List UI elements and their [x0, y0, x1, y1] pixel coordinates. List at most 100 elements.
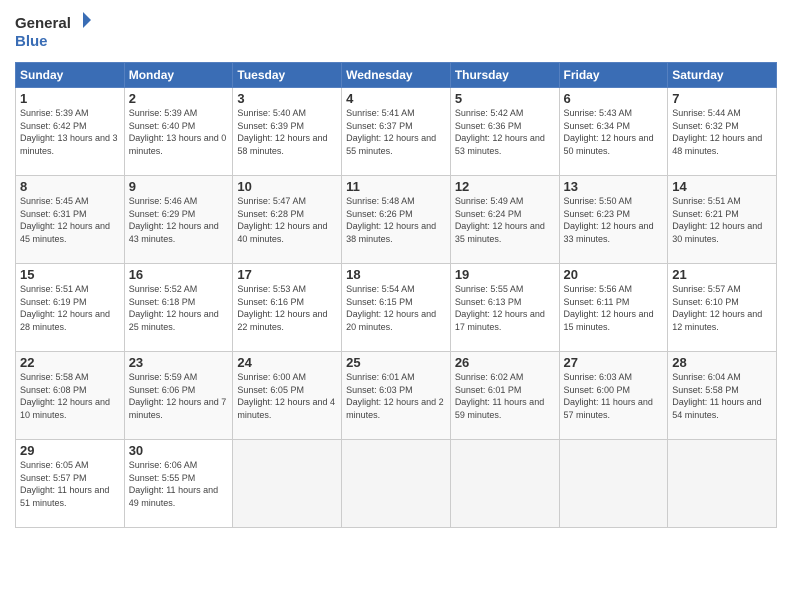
calendar-cell: 11Sunrise: 5:48 AMSunset: 6:26 PMDayligh…: [342, 176, 451, 264]
day-info: Sunrise: 5:45 AMSunset: 6:31 PMDaylight:…: [20, 195, 120, 245]
week-row-2: 8Sunrise: 5:45 AMSunset: 6:31 PMDaylight…: [16, 176, 777, 264]
calendar-cell: 8Sunrise: 5:45 AMSunset: 6:31 PMDaylight…: [16, 176, 125, 264]
page-header: General Blue: [15, 10, 777, 54]
day-number: 17: [237, 267, 337, 282]
calendar-cell: 9Sunrise: 5:46 AMSunset: 6:29 PMDaylight…: [124, 176, 233, 264]
day-number: 26: [455, 355, 555, 370]
week-row-4: 22Sunrise: 5:58 AMSunset: 6:08 PMDayligh…: [16, 352, 777, 440]
day-number: 23: [129, 355, 229, 370]
logo: General Blue: [15, 10, 95, 54]
calendar-cell: [668, 440, 777, 528]
day-info: Sunrise: 5:39 AMSunset: 6:40 PMDaylight:…: [129, 107, 229, 157]
svg-text:Blue: Blue: [15, 33, 48, 50]
col-header-tuesday: Tuesday: [233, 63, 342, 88]
day-number: 4: [346, 91, 446, 106]
calendar-cell: 16Sunrise: 5:52 AMSunset: 6:18 PMDayligh…: [124, 264, 233, 352]
week-row-3: 15Sunrise: 5:51 AMSunset: 6:19 PMDayligh…: [16, 264, 777, 352]
week-row-5: 29Sunrise: 6:05 AMSunset: 5:57 PMDayligh…: [16, 440, 777, 528]
calendar-cell: [233, 440, 342, 528]
calendar-cell: 22Sunrise: 5:58 AMSunset: 6:08 PMDayligh…: [16, 352, 125, 440]
day-number: 8: [20, 179, 120, 194]
day-number: 5: [455, 91, 555, 106]
day-info: Sunrise: 5:50 AMSunset: 6:23 PMDaylight:…: [564, 195, 664, 245]
day-number: 10: [237, 179, 337, 194]
day-number: 3: [237, 91, 337, 106]
calendar-cell: 21Sunrise: 5:57 AMSunset: 6:10 PMDayligh…: [668, 264, 777, 352]
day-number: 22: [20, 355, 120, 370]
logo-svg: General Blue: [15, 10, 95, 54]
day-info: Sunrise: 5:53 AMSunset: 6:16 PMDaylight:…: [237, 283, 337, 333]
day-info: Sunrise: 5:40 AMSunset: 6:39 PMDaylight:…: [237, 107, 337, 157]
calendar-cell: [559, 440, 668, 528]
calendar-cell: 4Sunrise: 5:41 AMSunset: 6:37 PMDaylight…: [342, 88, 451, 176]
day-info: Sunrise: 5:42 AMSunset: 6:36 PMDaylight:…: [455, 107, 555, 157]
calendar-cell: 17Sunrise: 5:53 AMSunset: 6:16 PMDayligh…: [233, 264, 342, 352]
calendar-cell: 7Sunrise: 5:44 AMSunset: 6:32 PMDaylight…: [668, 88, 777, 176]
day-info: Sunrise: 5:48 AMSunset: 6:26 PMDaylight:…: [346, 195, 446, 245]
day-info: Sunrise: 5:41 AMSunset: 6:37 PMDaylight:…: [346, 107, 446, 157]
day-number: 14: [672, 179, 772, 194]
day-info: Sunrise: 5:39 AMSunset: 6:42 PMDaylight:…: [20, 107, 120, 157]
calendar-cell: 14Sunrise: 5:51 AMSunset: 6:21 PMDayligh…: [668, 176, 777, 264]
day-info: Sunrise: 6:03 AMSunset: 6:00 PMDaylight:…: [564, 371, 664, 421]
day-info: Sunrise: 5:56 AMSunset: 6:11 PMDaylight:…: [564, 283, 664, 333]
calendar-cell: 25Sunrise: 6:01 AMSunset: 6:03 PMDayligh…: [342, 352, 451, 440]
day-number: 9: [129, 179, 229, 194]
calendar-cell: 24Sunrise: 6:00 AMSunset: 6:05 PMDayligh…: [233, 352, 342, 440]
day-number: 24: [237, 355, 337, 370]
day-number: 11: [346, 179, 446, 194]
calendar-cell: 28Sunrise: 6:04 AMSunset: 5:58 PMDayligh…: [668, 352, 777, 440]
day-number: 18: [346, 267, 446, 282]
calendar-cell: 29Sunrise: 6:05 AMSunset: 5:57 PMDayligh…: [16, 440, 125, 528]
day-info: Sunrise: 5:47 AMSunset: 6:28 PMDaylight:…: [237, 195, 337, 245]
calendar-cell: 27Sunrise: 6:03 AMSunset: 6:00 PMDayligh…: [559, 352, 668, 440]
col-header-friday: Friday: [559, 63, 668, 88]
day-info: Sunrise: 5:57 AMSunset: 6:10 PMDaylight:…: [672, 283, 772, 333]
day-info: Sunrise: 6:06 AMSunset: 5:55 PMDaylight:…: [129, 459, 229, 509]
day-info: Sunrise: 5:44 AMSunset: 6:32 PMDaylight:…: [672, 107, 772, 157]
calendar-cell: [450, 440, 559, 528]
day-number: 6: [564, 91, 664, 106]
day-number: 15: [20, 267, 120, 282]
calendar-cell: 1Sunrise: 5:39 AMSunset: 6:42 PMDaylight…: [16, 88, 125, 176]
col-header-saturday: Saturday: [668, 63, 777, 88]
calendar-cell: 3Sunrise: 5:40 AMSunset: 6:39 PMDaylight…: [233, 88, 342, 176]
day-info: Sunrise: 5:49 AMSunset: 6:24 PMDaylight:…: [455, 195, 555, 245]
calendar-cell: 5Sunrise: 5:42 AMSunset: 6:36 PMDaylight…: [450, 88, 559, 176]
col-header-wednesday: Wednesday: [342, 63, 451, 88]
day-number: 29: [20, 443, 120, 458]
calendar-table: SundayMondayTuesdayWednesdayThursdayFrid…: [15, 62, 777, 528]
week-row-1: 1Sunrise: 5:39 AMSunset: 6:42 PMDaylight…: [16, 88, 777, 176]
svg-text:General: General: [15, 15, 71, 32]
day-info: Sunrise: 5:43 AMSunset: 6:34 PMDaylight:…: [564, 107, 664, 157]
day-info: Sunrise: 5:58 AMSunset: 6:08 PMDaylight:…: [20, 371, 120, 421]
day-info: Sunrise: 5:55 AMSunset: 6:13 PMDaylight:…: [455, 283, 555, 333]
day-info: Sunrise: 6:02 AMSunset: 6:01 PMDaylight:…: [455, 371, 555, 421]
calendar-cell: [342, 440, 451, 528]
col-header-sunday: Sunday: [16, 63, 125, 88]
day-info: Sunrise: 5:52 AMSunset: 6:18 PMDaylight:…: [129, 283, 229, 333]
calendar-cell: 26Sunrise: 6:02 AMSunset: 6:01 PMDayligh…: [450, 352, 559, 440]
day-info: Sunrise: 6:04 AMSunset: 5:58 PMDaylight:…: [672, 371, 772, 421]
calendar-cell: 20Sunrise: 5:56 AMSunset: 6:11 PMDayligh…: [559, 264, 668, 352]
day-info: Sunrise: 5:46 AMSunset: 6:29 PMDaylight:…: [129, 195, 229, 245]
col-header-thursday: Thursday: [450, 63, 559, 88]
day-number: 28: [672, 355, 772, 370]
day-number: 20: [564, 267, 664, 282]
day-info: Sunrise: 6:00 AMSunset: 6:05 PMDaylight:…: [237, 371, 337, 421]
day-info: Sunrise: 6:01 AMSunset: 6:03 PMDaylight:…: [346, 371, 446, 421]
day-number: 12: [455, 179, 555, 194]
day-info: Sunrise: 5:51 AMSunset: 6:19 PMDaylight:…: [20, 283, 120, 333]
calendar-cell: 6Sunrise: 5:43 AMSunset: 6:34 PMDaylight…: [559, 88, 668, 176]
day-number: 27: [564, 355, 664, 370]
calendar-cell: 18Sunrise: 5:54 AMSunset: 6:15 PMDayligh…: [342, 264, 451, 352]
day-number: 1: [20, 91, 120, 106]
day-number: 16: [129, 267, 229, 282]
calendar-cell: 10Sunrise: 5:47 AMSunset: 6:28 PMDayligh…: [233, 176, 342, 264]
day-info: Sunrise: 5:51 AMSunset: 6:21 PMDaylight:…: [672, 195, 772, 245]
day-number: 30: [129, 443, 229, 458]
day-info: Sunrise: 5:59 AMSunset: 6:06 PMDaylight:…: [129, 371, 229, 421]
calendar-cell: 30Sunrise: 6:06 AMSunset: 5:55 PMDayligh…: [124, 440, 233, 528]
day-number: 19: [455, 267, 555, 282]
calendar-cell: 2Sunrise: 5:39 AMSunset: 6:40 PMDaylight…: [124, 88, 233, 176]
